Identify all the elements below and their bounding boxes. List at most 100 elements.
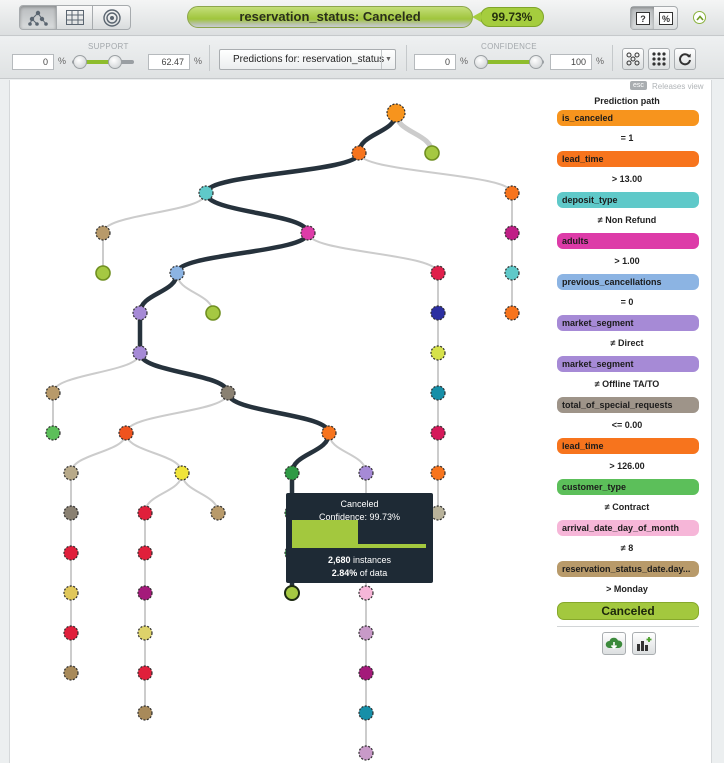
tree-edge xyxy=(125,432,183,474)
prediction-result: Canceled xyxy=(557,602,699,620)
tree-node[interactable] xyxy=(45,385,61,401)
tree-node[interactable] xyxy=(504,265,520,281)
tree-node[interactable] xyxy=(358,745,374,761)
prediction-path-field[interactable]: is_canceled xyxy=(557,110,699,126)
tree-node[interactable] xyxy=(169,265,185,281)
tree-node[interactable] xyxy=(321,425,337,441)
tree-node[interactable] xyxy=(430,385,446,401)
prediction-path-field[interactable]: market_segment xyxy=(557,315,699,331)
tree-node[interactable] xyxy=(430,505,446,521)
tree-node[interactable] xyxy=(118,425,134,441)
tree-node[interactable] xyxy=(430,265,446,281)
prediction-path-field[interactable]: deposit_type xyxy=(557,192,699,208)
tree-node[interactable] xyxy=(137,585,153,601)
tree-node[interactable] xyxy=(358,625,374,641)
tree-node[interactable] xyxy=(358,705,374,721)
tree-node[interactable] xyxy=(358,465,374,481)
tree-leaf-node[interactable] xyxy=(95,265,111,281)
prediction-path-condition: ≠ Non Refund xyxy=(597,215,657,225)
prediction-path-edge xyxy=(174,230,311,276)
tree-leaf-node[interactable] xyxy=(424,145,440,161)
prediction-path-steps: is_canceled = 1 lead_time > 13.00 deposit_ty… xyxy=(557,110,699,601)
tooltip-instances: 2,680 instances xyxy=(286,555,433,565)
prediction-path-title: Prediction path xyxy=(594,96,660,106)
tree-node[interactable] xyxy=(137,545,153,561)
tree-node[interactable] xyxy=(430,305,446,321)
tree-node[interactable] xyxy=(137,665,153,681)
prediction-path-edge xyxy=(137,270,180,316)
prediction-path-condition: > 1.00 xyxy=(614,256,640,266)
tree-node[interactable] xyxy=(63,585,79,601)
prediction-path-field[interactable]: arrival_date_day_of_month xyxy=(557,520,699,536)
prediction-path-condition: ≠ Contract xyxy=(604,502,650,512)
tree-node[interactable] xyxy=(504,185,520,201)
prediction-path-condition: <= 0.00 xyxy=(611,420,643,430)
tree-edge xyxy=(125,392,229,434)
prediction-path-field[interactable]: customer_type xyxy=(557,479,699,495)
bar-chart-add-icon xyxy=(637,636,652,651)
tree-node[interactable] xyxy=(430,345,446,361)
tree-node[interactable] xyxy=(504,225,520,241)
tree-node[interactable] xyxy=(63,665,79,681)
prediction-path-panel: Prediction path is_canceled = 1 lead_time >… xyxy=(557,96,699,655)
prediction-path-edge xyxy=(203,190,311,236)
tree-node[interactable] xyxy=(504,305,520,321)
prediction-path-condition: ≠ Direct xyxy=(610,338,644,348)
tree-edge xyxy=(52,352,141,394)
prediction-path-field[interactable]: previous_cancellations xyxy=(557,274,699,290)
prediction-path-field[interactable]: lead_time xyxy=(557,438,699,454)
tree-node[interactable] xyxy=(351,145,367,161)
tree-node[interactable] xyxy=(430,425,446,441)
prediction-path-edge xyxy=(137,350,231,396)
tooltip-data-pct: 2.84% xyxy=(331,568,358,578)
prediction-path-condition: > 13.00 xyxy=(611,174,643,184)
prediction-path-field[interactable]: reservation_status_date.day... xyxy=(557,561,699,577)
prediction-path-field[interactable]: adults xyxy=(557,233,699,249)
divider xyxy=(557,626,699,627)
tree-node[interactable] xyxy=(95,225,111,241)
tree-node[interactable] xyxy=(45,425,61,441)
tree-node[interactable] xyxy=(63,545,79,561)
tree-node[interactable] xyxy=(137,625,153,641)
tree-node[interactable] xyxy=(386,103,406,123)
tree-node[interactable] xyxy=(137,505,153,521)
prediction-path-condition: ≠ 8 xyxy=(620,543,634,553)
tree-leaf-node[interactable] xyxy=(205,305,221,321)
prediction-path-condition: > Monday xyxy=(606,584,648,594)
prediction-path-condition: = 1 xyxy=(620,133,634,143)
tree-node[interactable] xyxy=(132,345,148,361)
tree-node[interactable] xyxy=(284,465,300,481)
tooltip-data-share: 2.84% of data xyxy=(286,568,433,578)
tree-node[interactable] xyxy=(300,225,316,241)
tree-node[interactable] xyxy=(137,705,153,721)
tree-node[interactable] xyxy=(220,385,236,401)
prediction-path-condition: > 126.00 xyxy=(609,461,645,471)
prediction-path-field[interactable]: total_of_special_requests xyxy=(557,397,699,413)
tree-edge xyxy=(181,472,219,514)
cloud-download-icon xyxy=(605,637,623,649)
tree-node[interactable] xyxy=(358,585,374,601)
node-tooltip: Canceled Confidence: 99.73% 2,680 instan… xyxy=(286,493,433,583)
tooltip-instances-word: instances xyxy=(350,555,392,565)
tree-node[interactable] xyxy=(198,185,214,201)
tree-node[interactable] xyxy=(63,505,79,521)
prediction-path-field[interactable]: lead_time xyxy=(557,151,699,167)
prediction-path-condition: = 0 xyxy=(620,297,634,307)
tree-node[interactable] xyxy=(132,305,148,321)
tree-leaf-node[interactable] xyxy=(284,585,300,601)
prediction-path-condition: ≠ Offline TA/TO xyxy=(594,379,660,389)
tree-node[interactable] xyxy=(210,505,226,521)
tree-node[interactable] xyxy=(63,625,79,641)
prediction-path-edge xyxy=(203,150,362,196)
tree-edge xyxy=(144,472,183,514)
tree-edge xyxy=(307,232,439,274)
tree-edge xyxy=(176,272,214,314)
add-chart-button[interactable] xyxy=(632,632,656,655)
prediction-path-edge xyxy=(225,390,332,436)
download-model-button[interactable] xyxy=(602,632,626,655)
tree-node[interactable] xyxy=(358,665,374,681)
prediction-path-field[interactable]: market_segment xyxy=(557,356,699,372)
tree-node[interactable] xyxy=(430,465,446,481)
tree-node[interactable] xyxy=(63,465,79,481)
tree-node[interactable] xyxy=(174,465,190,481)
